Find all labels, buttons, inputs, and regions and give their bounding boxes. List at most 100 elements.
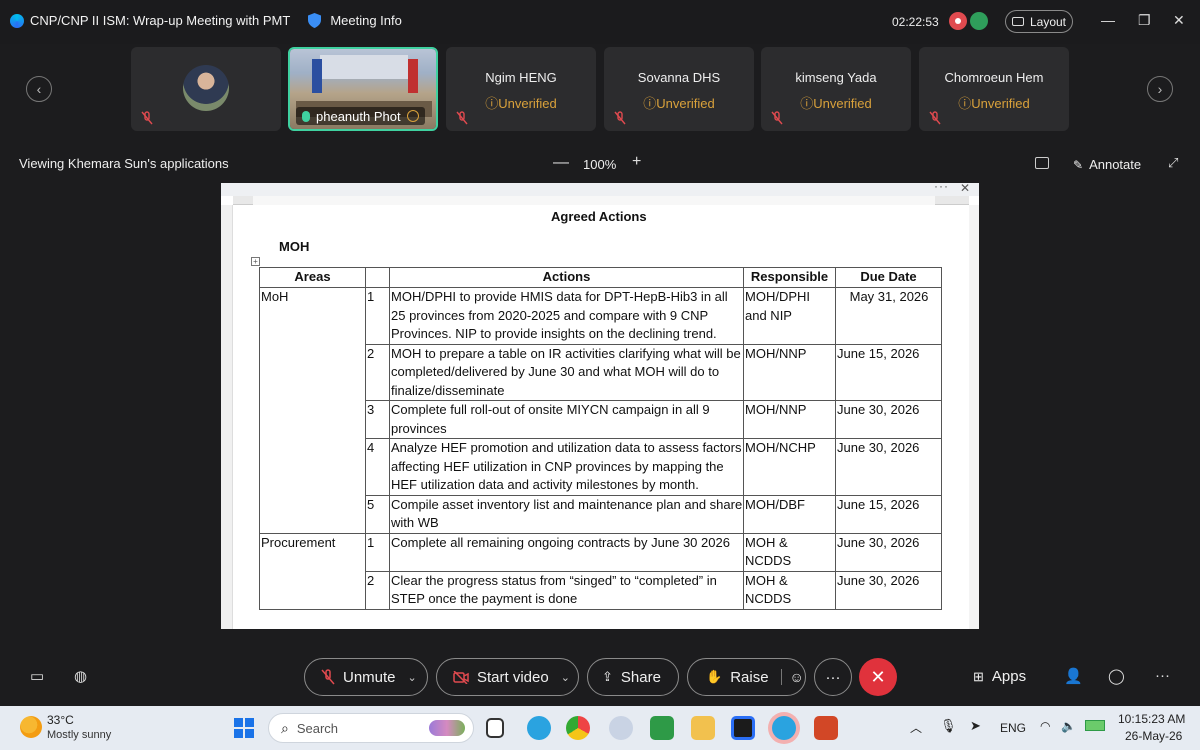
participant-status: ⓘUnverified: [800, 96, 872, 111]
folder-icon[interactable]: [691, 716, 715, 740]
cell-action: Complete all remaining ongoing contracts…: [389, 532, 744, 572]
mic-muted-icon: [141, 111, 153, 125]
minimize-icon[interactable]: —: [1101, 12, 1115, 28]
recording-icon[interactable]: [949, 12, 967, 30]
telegram-icon[interactable]: [772, 716, 796, 740]
chat-icon[interactable]: ◯: [1108, 667, 1125, 685]
title-bar: CNP/CNP II ISM: Wrap-up Meeting with PMT…: [0, 0, 1200, 44]
table-row: Procurement 1 Complete all remaining ong…: [259, 532, 942, 610]
windows-start-icon[interactable]: [234, 718, 254, 738]
more-options-icon[interactable]: ···: [934, 183, 949, 193]
share-label: Share: [620, 668, 661, 686]
elapsed-time: 02:22:53: [892, 15, 939, 29]
raise-hand-button[interactable]: ✋ Raise ☺: [687, 658, 806, 696]
screen-icon[interactable]: [1035, 157, 1049, 169]
mic-muted-icon[interactable]: 🎙: [940, 718, 957, 734]
meeting-info-button[interactable]: Meeting Info: [330, 13, 402, 28]
shared-document: ··· ✕ Agreed Actions MOH + Areas Actions…: [221, 183, 979, 629]
layout-label: Layout: [1029, 14, 1067, 29]
telegram-icon[interactable]: [527, 716, 551, 740]
apps-label: Apps: [991, 668, 1027, 685]
app-icon[interactable]: [609, 716, 633, 740]
participant-name: pheanuth Phot: [316, 108, 401, 124]
mic-active-icon: [302, 110, 310, 122]
zoom-level: 100%: [583, 157, 617, 172]
cell-number: 1: [365, 532, 390, 572]
more-icon[interactable]: ···: [1155, 667, 1170, 684]
close-icon[interactable]: ✕: [960, 183, 970, 195]
chrome-icon[interactable]: [566, 716, 590, 740]
restore-icon[interactable]: ❐: [1138, 12, 1151, 29]
chevron-down-icon[interactable]: ⌄: [561, 671, 570, 684]
cell-action: Complete full roll-out of onsite MIYCN c…: [389, 400, 744, 439]
task-view-icon[interactable]: [486, 718, 504, 738]
cell-due-date: June 15, 2026: [835, 343, 942, 401]
cell-number: 4: [365, 438, 390, 496]
webex-icon[interactable]: [731, 716, 755, 740]
participant-tile[interactable]: kimseng Yada ⓘUnverified: [761, 47, 911, 131]
shield-icon: [308, 13, 322, 28]
doc-window-bar: ··· ✕: [221, 183, 979, 196]
participant-tile[interactable]: Sovanna DHS ⓘUnverified: [604, 47, 754, 131]
table-header-row: Areas Actions Responsible Due Date: [259, 267, 942, 288]
expand-icon[interactable]: ⤢: [1168, 155, 1178, 171]
more-options-button[interactable]: ···: [814, 658, 852, 696]
captions-icon[interactable]: ▭: [30, 667, 44, 685]
unmute-button[interactable]: Unmute ⌄: [304, 658, 428, 696]
weather-description: Mostly sunny: [47, 729, 112, 741]
participant-tile[interactable]: Ngim HENG ⓘUnverified: [446, 47, 596, 131]
cell-due-date: June 15, 2026: [835, 494, 942, 534]
wifi-icon[interactable]: ◠: [1040, 719, 1050, 733]
location-icon[interactable]: ➤: [970, 718, 981, 734]
layout-button[interactable]: Layout: [1005, 10, 1073, 33]
video-off-icon: [453, 670, 469, 684]
cell-action: Compile asset inventory list and mainten…: [389, 494, 744, 534]
scroll-left-icon[interactable]: ‹: [26, 76, 52, 102]
zoom-in-icon[interactable]: +: [632, 153, 641, 171]
header-number: [365, 267, 390, 288]
annotate-button[interactable]: ✎ Annotate: [1073, 157, 1141, 172]
mic-muted-icon: [321, 669, 335, 685]
globe-icon[interactable]: ◍: [74, 667, 87, 685]
participant-status: ⓘUnverified: [643, 96, 715, 111]
cell-due-date: June 30, 2026: [835, 570, 942, 610]
cell-responsible: MOH/NNP: [743, 343, 836, 401]
participant-tile[interactable]: [131, 47, 281, 131]
os-taskbar: 33°C Mostly sunny ⌕ Search ︿ 🎙 ➤ ENG ◠ 🔈…: [0, 706, 1200, 750]
audio-connection-icon[interactable]: [970, 12, 988, 30]
weather-sun-icon[interactable]: [20, 716, 42, 738]
language-indicator[interactable]: ENG: [1000, 721, 1026, 735]
cell-number: 5: [365, 494, 390, 534]
chevron-up-icon[interactable]: ︿: [910, 719, 922, 736]
cell-responsible: MOH/NNP: [743, 400, 836, 439]
table-move-handle-icon[interactable]: +: [251, 257, 260, 266]
app-icon[interactable]: [650, 716, 674, 740]
participants-icon[interactable]: 👤: [1064, 667, 1083, 685]
volume-icon[interactable]: 🔈: [1061, 719, 1076, 733]
zoom-out-icon[interactable]: —: [553, 154, 569, 172]
chevron-down-icon[interactable]: ⌄: [408, 671, 417, 684]
share-button[interactable]: ⇪ Share: [587, 658, 679, 696]
cell-responsible: MOH/DPHI and NIP: [743, 287, 836, 345]
document-heading: Agreed Actions: [551, 209, 647, 224]
mic-muted-icon: [456, 111, 468, 125]
vertical-ruler: [221, 205, 233, 629]
clock-date[interactable]: 26-May-26: [1125, 729, 1182, 743]
taskbar-search[interactable]: ⌕ Search: [268, 713, 474, 743]
search-placeholder: Search: [296, 720, 339, 736]
cell-number: 1: [365, 287, 390, 345]
vertical-scrollbar[interactable]: [969, 205, 979, 629]
scroll-right-icon[interactable]: ›: [1147, 76, 1173, 102]
close-icon[interactable]: ✕: [1173, 12, 1185, 29]
cell-due-date: May 31, 2026: [835, 287, 942, 345]
participant-tile[interactable]: Chomroeun Hem ⓘUnverified: [919, 47, 1069, 131]
reactions-icon[interactable]: ☺: [780, 669, 804, 685]
table-row: MoH 1 MOH/DPHI to provide HMIS data for …: [259, 287, 942, 534]
start-video-button[interactable]: Start video ⌄: [436, 658, 579, 696]
clock-time[interactable]: 10:15:23 AM: [1118, 712, 1185, 726]
participant-tile-active[interactable]: pheanuth Phot: [288, 47, 438, 131]
apps-button[interactable]: ⊞ Apps: [973, 668, 1026, 685]
powerpoint-icon[interactable]: [814, 716, 838, 740]
battery-icon[interactable]: [1085, 720, 1105, 731]
end-call-button[interactable]: ✕: [859, 658, 897, 696]
